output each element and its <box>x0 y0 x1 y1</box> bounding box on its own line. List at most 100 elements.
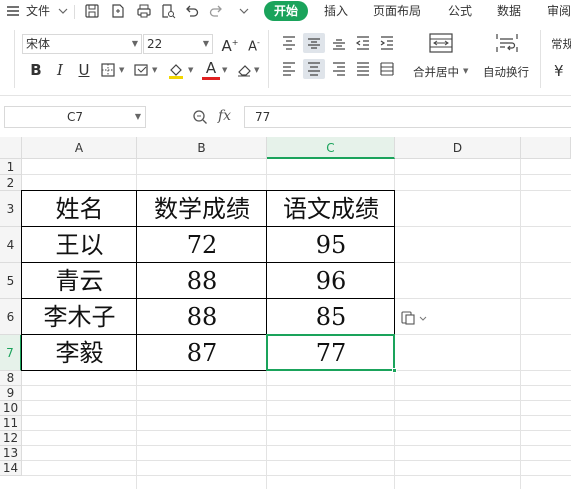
table-header-cell[interactable]: 姓名 <box>22 191 137 227</box>
font-color-icon[interactable]: A <box>202 60 220 80</box>
decrease-indent-icon[interactable] <box>354 34 372 52</box>
align-top-icon[interactable] <box>280 34 298 52</box>
row-header-4[interactable]: 4 <box>0 227 22 263</box>
row-header-3[interactable]: 3 <box>0 191 22 227</box>
customize-toolbar-chevron-icon[interactable] <box>236 3 252 19</box>
table-header-cell[interactable]: 语文成绩 <box>267 191 395 227</box>
row-header-7[interactable]: 7 <box>0 335 22 371</box>
tab-page-layout[interactable]: 页面布局 <box>373 0 421 24</box>
chevron-down-icon[interactable] <box>58 5 68 15</box>
chevron-down-icon[interactable]: ▼ <box>119 66 124 74</box>
align-left-icon[interactable] <box>280 60 298 78</box>
chevron-down-icon[interactable]: ▼ <box>463 67 468 75</box>
save-icon[interactable] <box>84 3 100 19</box>
print-preview-icon[interactable] <box>160 3 176 19</box>
column-header-b[interactable]: B <box>137 137 267 159</box>
chevron-down-icon[interactable]: ▼ <box>135 107 141 127</box>
decrease-font-size-icon[interactable]: A- <box>244 33 264 54</box>
fill-handle[interactable] <box>392 368 397 373</box>
hamburger-menu-icon[interactable] <box>6 4 20 18</box>
table-cell[interactable]: 王以 <box>22 227 137 263</box>
table-cell[interactable]: 李木子 <box>22 299 137 335</box>
increase-indent-icon[interactable] <box>378 34 396 52</box>
number-format-select[interactable]: 常规 <box>551 36 571 52</box>
border-icon[interactable] <box>100 62 116 78</box>
align-center-icon[interactable] <box>303 59 325 79</box>
increase-font-size-icon[interactable]: A+ <box>220 33 240 55</box>
cell-style-icon[interactable] <box>133 62 149 78</box>
row-header-11[interactable]: 11 <box>0 416 22 431</box>
tab-review[interactable]: 审阅 <box>547 0 571 24</box>
table-cell[interactable]: 96 <box>267 263 395 299</box>
align-right-icon[interactable] <box>330 60 348 78</box>
column-header-filler <box>521 137 571 159</box>
justify-icon[interactable] <box>354 60 372 78</box>
chevron-down-icon[interactable]: ▼ <box>152 66 157 74</box>
paste-options-icon[interactable] <box>400 310 428 326</box>
chevron-down-icon[interactable]: ▼ <box>222 66 227 74</box>
print-icon[interactable] <box>136 3 152 19</box>
gridline-horizontal <box>22 400 571 401</box>
insert-function-fx-icon[interactable]: fx <box>218 108 231 124</box>
table-cell[interactable]: 88 <box>137 299 267 335</box>
tab-home[interactable]: 开始 <box>264 1 308 21</box>
table-cell[interactable]: 72 <box>137 227 267 263</box>
name-box-value: C7 <box>66 110 83 124</box>
divider <box>14 30 15 88</box>
redo-icon[interactable] <box>208 3 224 19</box>
tab-insert[interactable]: 插入 <box>324 0 348 24</box>
row-header-14[interactable]: 14 <box>0 461 22 476</box>
bold-button[interactable]: B <box>26 60 46 80</box>
clear-format-eraser-icon[interactable] <box>236 62 252 78</box>
file-menu[interactable]: 文件 <box>26 0 50 24</box>
font-name-select[interactable]: 宋体 ▼ <box>22 34 142 54</box>
name-box[interactable]: C7 ▼ <box>4 106 146 128</box>
undo-icon[interactable] <box>184 3 200 19</box>
row-header-6[interactable]: 6 <box>0 299 22 335</box>
formula-input[interactable]: 77 <box>244 106 571 128</box>
menu-bar: 文件 开始 插入 页面布局 公式 数据 审阅 <box>0 0 571 24</box>
tab-data[interactable]: 数据 <box>497 0 521 24</box>
merge-center-button[interactable]: 合并居中 <box>413 64 459 80</box>
table-cell[interactable]: 87 <box>137 335 267 371</box>
fill-color-icon[interactable] <box>167 61 185 79</box>
column-header-d[interactable]: D <box>395 137 521 159</box>
tab-formulas[interactable]: 公式 <box>448 0 472 24</box>
align-bottom-icon[interactable] <box>330 34 348 52</box>
export-pdf-icon[interactable] <box>110 3 126 19</box>
table-cell[interactable]: 85 <box>267 299 395 335</box>
row-header-9[interactable]: 9 <box>0 386 22 401</box>
align-middle-icon[interactable] <box>303 33 325 53</box>
table-header-cell[interactable]: 数学成绩 <box>137 191 267 227</box>
row-header-8[interactable]: 8 <box>0 371 22 386</box>
distributed-align-icon[interactable] <box>378 60 396 78</box>
row-header-2[interactable]: 2 <box>0 175 22 191</box>
row-header-1[interactable]: 1 <box>0 159 22 175</box>
row-header-5[interactable]: 5 <box>0 263 22 299</box>
column-header-c[interactable]: C <box>267 137 395 159</box>
font-size-select[interactable]: 22 ▼ <box>143 34 213 54</box>
table-border-h <box>22 298 395 300</box>
table-cell[interactable]: 95 <box>267 227 395 263</box>
ribbon-toolbar: 宋体 ▼ 22 ▼ A+ A- B I U ▼ ▼ ▼ A ▼ ▼ 合并居中 ▼… <box>0 24 571 96</box>
currency-format-button[interactable]: ¥ <box>554 62 564 80</box>
column-header-a[interactable]: A <box>22 137 137 159</box>
row-header-10[interactable]: 10 <box>0 401 22 416</box>
chevron-down-icon[interactable]: ▼ <box>188 66 193 74</box>
table-border-v <box>136 190 138 371</box>
row-header-12[interactable]: 12 <box>0 431 22 446</box>
italic-button[interactable]: I <box>50 60 70 80</box>
font-size-value: 22 <box>147 37 163 51</box>
merge-center-icon[interactable] <box>428 32 454 54</box>
wrap-text-icon[interactable] <box>494 32 520 54</box>
chevron-down-icon[interactable]: ▼ <box>254 66 259 74</box>
row-header-13[interactable]: 13 <box>0 446 22 461</box>
table-cell[interactable]: 88 <box>137 263 267 299</box>
underline-button[interactable]: U <box>74 60 94 80</box>
select-all-corner[interactable] <box>0 137 22 159</box>
active-cell-selection[interactable] <box>266 334 395 371</box>
table-cell[interactable]: 李毅 <box>22 335 137 371</box>
zoom-search-icon[interactable] <box>192 109 208 125</box>
wrap-text-button[interactable]: 自动换行 <box>483 64 529 80</box>
table-cell[interactable]: 青云 <box>22 263 137 299</box>
